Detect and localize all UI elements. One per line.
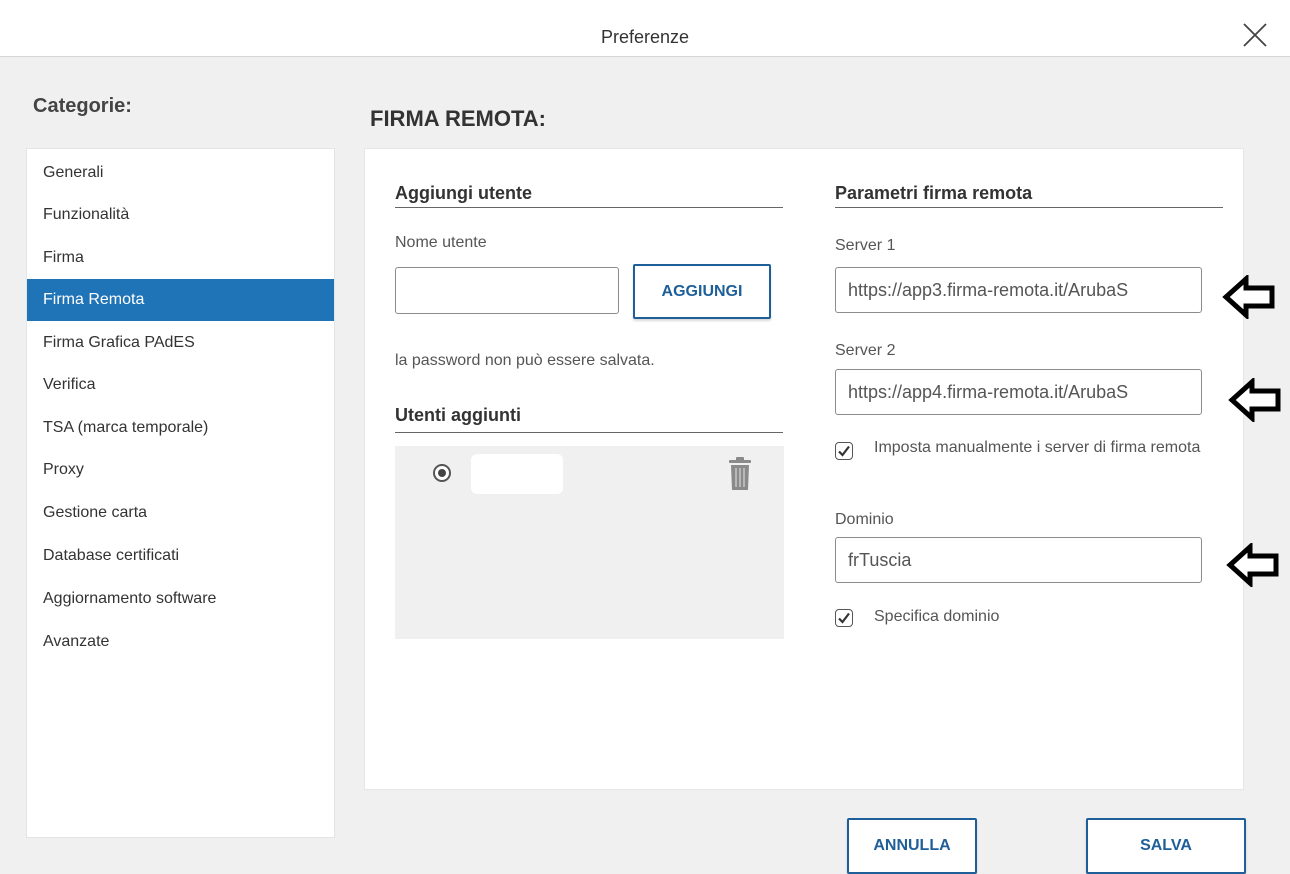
remote-params-heading: Parametri firma remota [835,183,1033,203]
add-user-button[interactable]: AGGIUNGI [633,264,771,319]
sidebar-item-firma[interactable]: Firma [27,237,334,279]
sidebar-item-firma-remota[interactable]: Firma Remota [27,279,334,321]
specify-domain-label: Specifica dominio [874,608,1000,625]
remote-params-divider [835,207,1223,208]
added-users-list [395,446,784,639]
added-users-divider [395,432,783,433]
user-name [471,454,563,494]
trash-icon[interactable] [728,457,752,491]
cancel-button[interactable]: ANNULLA [847,818,977,874]
sidebar-item-gestione-carta[interactable]: Gestione carta [27,492,334,534]
sidebar-item-avanzate[interactable]: Avanzate [27,621,334,663]
sidebar-item-database-certificati[interactable]: Database certificati [27,535,334,577]
specify-domain-checkbox[interactable] [835,609,853,627]
close-icon[interactable] [1242,22,1268,48]
category-sidebar: Generali Funzionalità Firma Firma Remota… [26,148,335,838]
sidebar-item-aggiornamento-software[interactable]: Aggiornamento software [27,578,334,620]
arrow-left-icon [1228,378,1284,422]
server2-input[interactable] [835,369,1202,415]
section-title: FIRMA REMOTA: [370,106,546,131]
sidebar-item-verifica[interactable]: Verifica [27,364,334,406]
server1-label: Server 1 [835,237,896,254]
username-input[interactable] [395,267,619,314]
domain-input[interactable] [835,537,1202,583]
add-user-heading: Aggiungi utente [395,183,532,203]
settings-panel: Aggiungi utente Nome utente AGGIUNGI la … [364,148,1244,790]
arrow-left-icon [1226,543,1282,587]
title-bar: Preferenze [0,0,1290,57]
sidebar-item-funzionalita[interactable]: Funzionalità [27,194,334,236]
server2-label: Server 2 [835,342,896,359]
save-button[interactable]: SALVA [1086,818,1246,874]
arrow-left-icon [1222,275,1278,319]
sidebar-item-proxy[interactable]: Proxy [27,449,334,491]
domain-label: Dominio [835,511,894,528]
manual-servers-label: Imposta manualmente i server di firma re… [874,439,1201,456]
user-select-radio[interactable] [433,464,451,482]
sidebar-item-tsa[interactable]: TSA (marca temporale) [27,407,334,449]
window-title: Preferenze [600,27,690,47]
password-note: la password non può essere salvata. [395,352,655,369]
sidebar-item-generali[interactable]: Generali [27,152,334,194]
server1-input[interactable] [835,267,1202,313]
sidebar-item-firma-grafica-pades[interactable]: Firma Grafica PAdES [27,322,334,364]
added-users-heading: Utenti aggiunti [395,405,521,425]
categories-heading: Categorie: [33,95,132,117]
add-user-divider [395,207,783,208]
username-label: Nome utente [395,234,487,251]
manual-servers-checkbox[interactable] [835,442,853,460]
